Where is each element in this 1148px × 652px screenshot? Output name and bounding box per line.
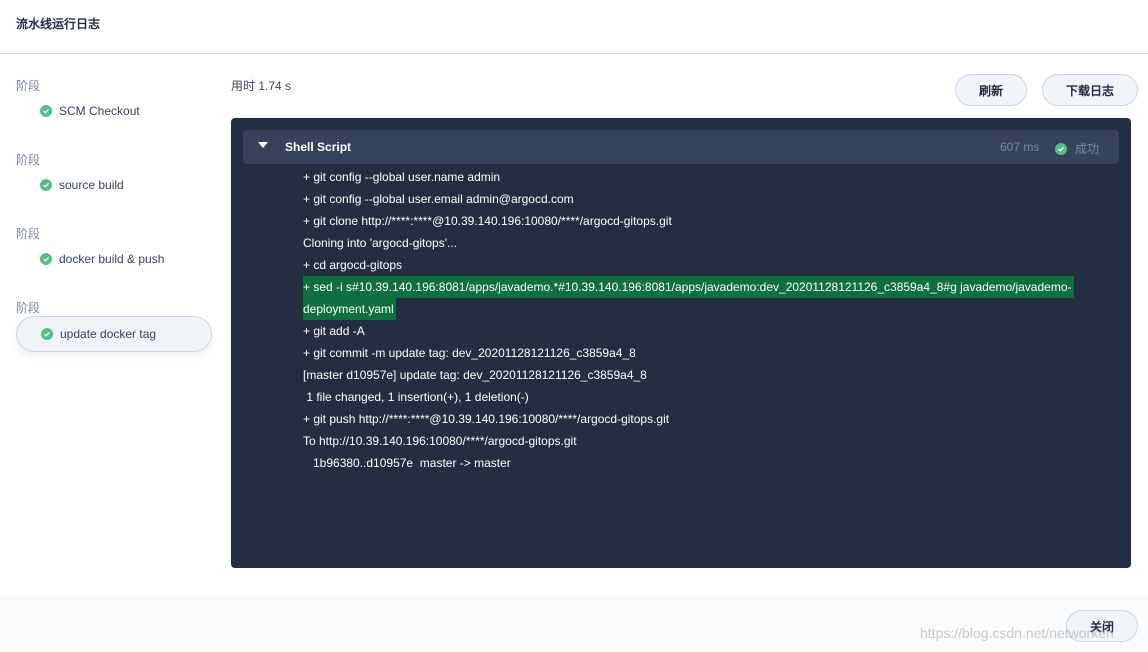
log-line: + git config --global user.email admin@a… [303, 192, 574, 206]
log-line: + git clone http://****:****@10.39.140.1… [303, 214, 672, 228]
stage-name: docker build & push [59, 252, 165, 266]
dialog-header: 流水线运行日志 [0, 0, 1148, 54]
log-line: 1 file changed, 1 insertion(+), 1 deleti… [303, 390, 529, 404]
stage-name: update docker tag [60, 327, 157, 341]
refresh-button[interactable]: 刷新 [955, 74, 1027, 106]
download-log-button[interactable]: 下载日志 [1042, 74, 1138, 106]
check-circle-icon [40, 179, 52, 191]
stage-name: source build [59, 178, 124, 192]
log-output: + git config --global user.name admin + … [303, 166, 1083, 474]
log-line: [master d10957e] update tag: dev_2020112… [303, 368, 647, 382]
check-circle-icon [40, 253, 52, 265]
check-circle-icon [41, 328, 53, 340]
stage-label: 阶段 [16, 301, 41, 315]
dialog-footer [0, 594, 1148, 652]
watermark: https://blog.csdn.net/networken [920, 625, 1114, 641]
log-line: + git commit -m update tag: dev_20201128… [303, 346, 636, 360]
step-duration: 607 ms [1000, 140, 1040, 154]
stage-item-source-build[interactable]: source build [16, 167, 212, 203]
step-status-text: 成功 [1075, 142, 1100, 156]
log-line: + cd argocd-gitops [303, 258, 403, 272]
step-status: 成功 [1055, 140, 1099, 157]
log-line: To http://10.39.140.196:10080/****/argoc… [303, 434, 577, 448]
log-line: + git push http://****:****@10.39.140.19… [303, 412, 670, 426]
log-line: 1b96380..d10957e master -> master [303, 456, 511, 470]
dialog-title: 流水线运行日志 [16, 17, 101, 31]
check-circle-icon [40, 105, 52, 117]
stage-label: 阶段 [16, 153, 41, 167]
check-circle-icon [1055, 142, 1067, 155]
log-console: Shell Script 607 ms 成功 + git config --gl… [231, 118, 1131, 568]
stage-sidebar: 阶段 SCM Checkout 阶段 source build 阶段 docke… [0, 54, 225, 594]
stage-label: 阶段 [16, 79, 41, 93]
caret-down-icon[interactable] [258, 142, 268, 148]
stage-label: 阶段 [16, 227, 41, 241]
stage-item-scm-checkout[interactable]: SCM Checkout [16, 93, 212, 129]
log-line-highlighted: deployment.yaml [303, 298, 396, 320]
log-line: Cloning into 'argocd-gitops'... [303, 236, 458, 250]
log-line-highlighted: + sed -i s#10.39.140.196:8081/apps/javad… [303, 276, 1074, 298]
stage-name: SCM Checkout [59, 104, 140, 118]
stage-item-update-docker-tag[interactable]: update docker tag [16, 316, 212, 352]
step-header[interactable]: Shell Script 607 ms 成功 [243, 130, 1119, 164]
stage-item-docker-build-push[interactable]: docker build & push [16, 241, 212, 277]
step-name: Shell Script [285, 140, 352, 154]
log-line: + git add -A [303, 324, 365, 338]
run-duration: 用时 1.74 s [231, 79, 292, 93]
log-line: + git config --global user.name admin [303, 170, 501, 184]
